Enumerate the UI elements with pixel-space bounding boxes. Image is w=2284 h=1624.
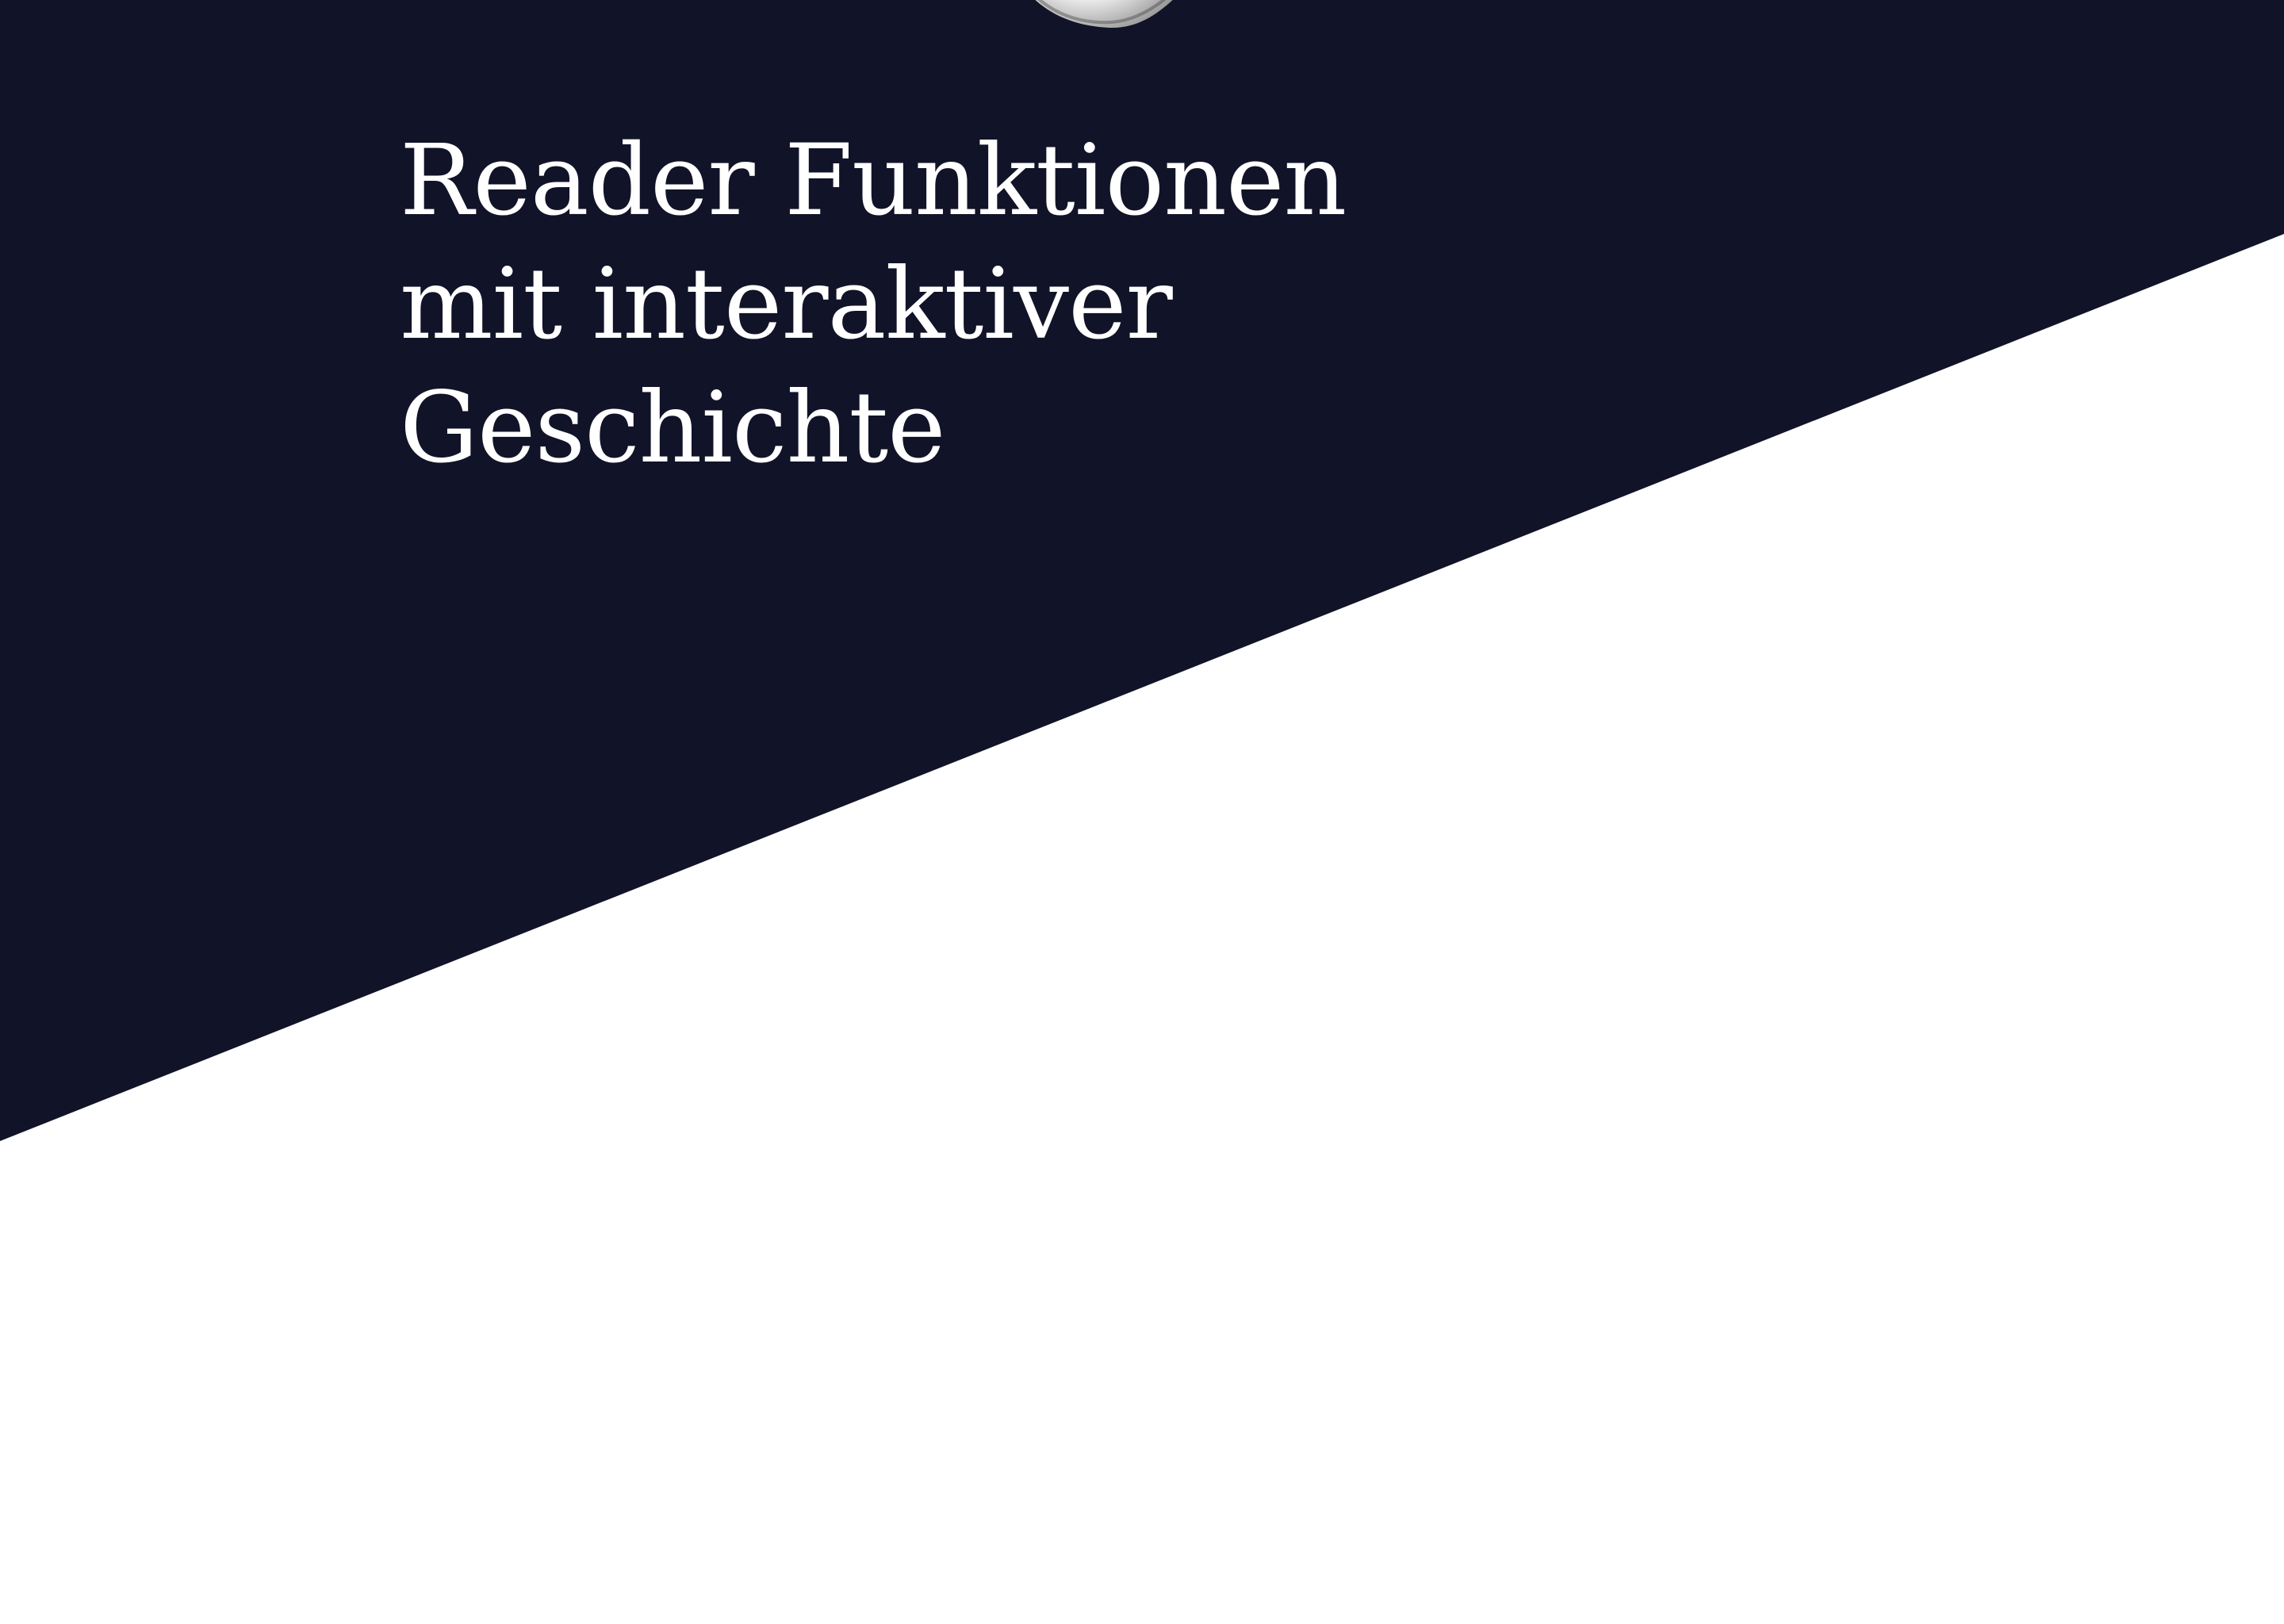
page-title: Reader Funktionen mit interaktiver Gesch… [400,119,1589,490]
title-line-2: mit interaktiver [400,247,1173,362]
reader-device-edge-icon [1035,0,1173,29]
page: Reader Funktionen mit interaktiver Gesch… [0,0,2284,1624]
title-line-3: Geschichte [400,371,946,485]
title-line-1: Reader Funktionen [400,124,1347,238]
